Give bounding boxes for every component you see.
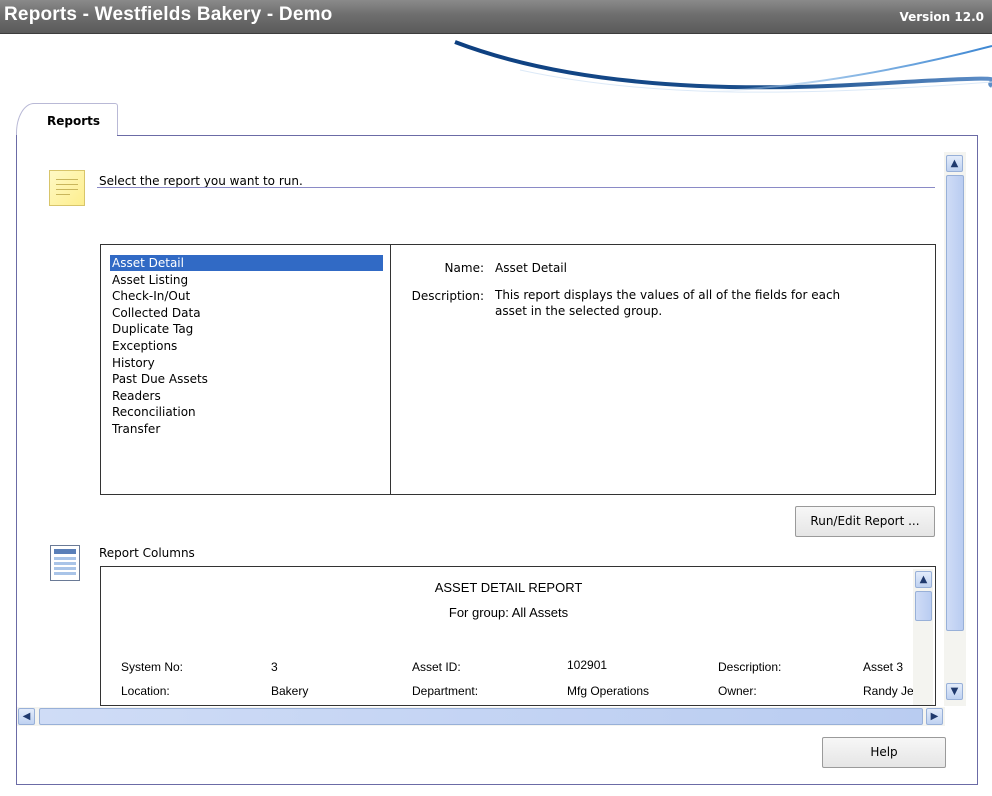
report-list-item[interactable]: Reconciliation xyxy=(110,404,196,420)
report-list-item[interactable]: Duplicate Tag xyxy=(110,321,193,337)
preview-field-label: Owner: xyxy=(718,684,757,698)
scroll-up-icon[interactable]: ▲ xyxy=(946,155,963,172)
preview-field-label: Location: xyxy=(121,684,170,698)
tab-join xyxy=(17,134,117,137)
horizontal-scrollbar[interactable]: ◀ ▶ xyxy=(17,707,945,726)
scroll-right-icon[interactable]: ▶ xyxy=(926,708,943,725)
table-icon xyxy=(50,545,80,581)
preview-field-value: Bakery xyxy=(271,684,309,698)
title-bar: Reports - Westfields Bakery - Demo Versi… xyxy=(0,0,992,34)
select-report-heading: Select the report you want to run. xyxy=(99,174,303,188)
preview-field-label: Description: xyxy=(718,660,782,674)
report-list-item[interactable]: Past Due Assets xyxy=(110,371,208,387)
report-list-item[interactable]: Exceptions xyxy=(110,338,177,354)
preview-vertical-scrollbar[interactable]: ▲ xyxy=(913,569,933,705)
report-list[interactable]: Asset Detail Asset Listing Check-In/Out … xyxy=(101,245,391,494)
report-list-item[interactable]: Readers xyxy=(110,388,161,404)
main-scroll-thumb[interactable] xyxy=(946,175,964,631)
preview-field-value: 102901 xyxy=(567,658,608,672)
report-list-item[interactable]: Transfer xyxy=(110,421,160,437)
report-list-item[interactable]: Asset Listing xyxy=(110,272,188,288)
preview-scroll-thumb[interactable] xyxy=(915,591,932,621)
report-preview[interactable]: ASSET DETAIL REPORT For group: All Asset… xyxy=(100,566,936,706)
preview-title: ASSET DETAIL REPORT xyxy=(434,580,583,595)
window-title: Reports - Westfields Bakery - Demo xyxy=(4,4,333,25)
preview-field-value: Randy Je xyxy=(863,684,914,698)
name-label: Name: xyxy=(444,261,484,275)
preview-field-label: System No: xyxy=(121,660,184,674)
report-list-item[interactable]: Collected Data xyxy=(110,305,201,321)
tab-reports[interactable]: Reports xyxy=(16,103,118,136)
help-button[interactable]: Help xyxy=(822,737,946,768)
preview-scroll-up-icon[interactable]: ▲ xyxy=(915,571,932,588)
main-vertical-scrollbar[interactable]: ▲ ▼ xyxy=(944,152,966,706)
run-edit-report-button[interactable]: Run/Edit Report ... xyxy=(795,506,935,537)
preview-field-value: 3 xyxy=(271,660,278,674)
preview-field-value: Mfg Operations xyxy=(567,684,650,698)
section-divider xyxy=(97,187,935,188)
scroll-left-icon[interactable]: ◀ xyxy=(18,708,35,725)
description-line-2: asset in the selected group. xyxy=(495,304,663,318)
description-line-1: This report displays the values of all o… xyxy=(495,288,841,302)
preview-field-label: Department: xyxy=(412,684,479,698)
report-selector: Asset Detail Asset Listing Check-In/Out … xyxy=(100,244,936,495)
scroll-down-icon[interactable]: ▼ xyxy=(946,683,963,700)
preview-field-label: Asset ID: xyxy=(412,660,461,674)
version-label: Version 12.0 xyxy=(899,10,984,24)
preview-field-value: Asset 3 xyxy=(863,660,904,674)
report-columns-heading: Report Columns xyxy=(99,546,195,560)
header-swoosh-graphic xyxy=(454,40,992,93)
report-list-item[interactable]: Check-In/Out xyxy=(110,288,190,304)
description-label: Description: xyxy=(411,289,484,303)
report-list-item[interactable]: History xyxy=(110,355,155,371)
preview-subtitle: For group: All Assets xyxy=(448,605,569,620)
tab-reports-label: Reports xyxy=(47,114,101,128)
horizontal-scroll-thumb[interactable] xyxy=(39,708,923,725)
report-list-item[interactable]: Asset Detail xyxy=(110,255,383,271)
note-icon xyxy=(49,170,85,206)
name-value: Asset Detail xyxy=(495,261,567,275)
